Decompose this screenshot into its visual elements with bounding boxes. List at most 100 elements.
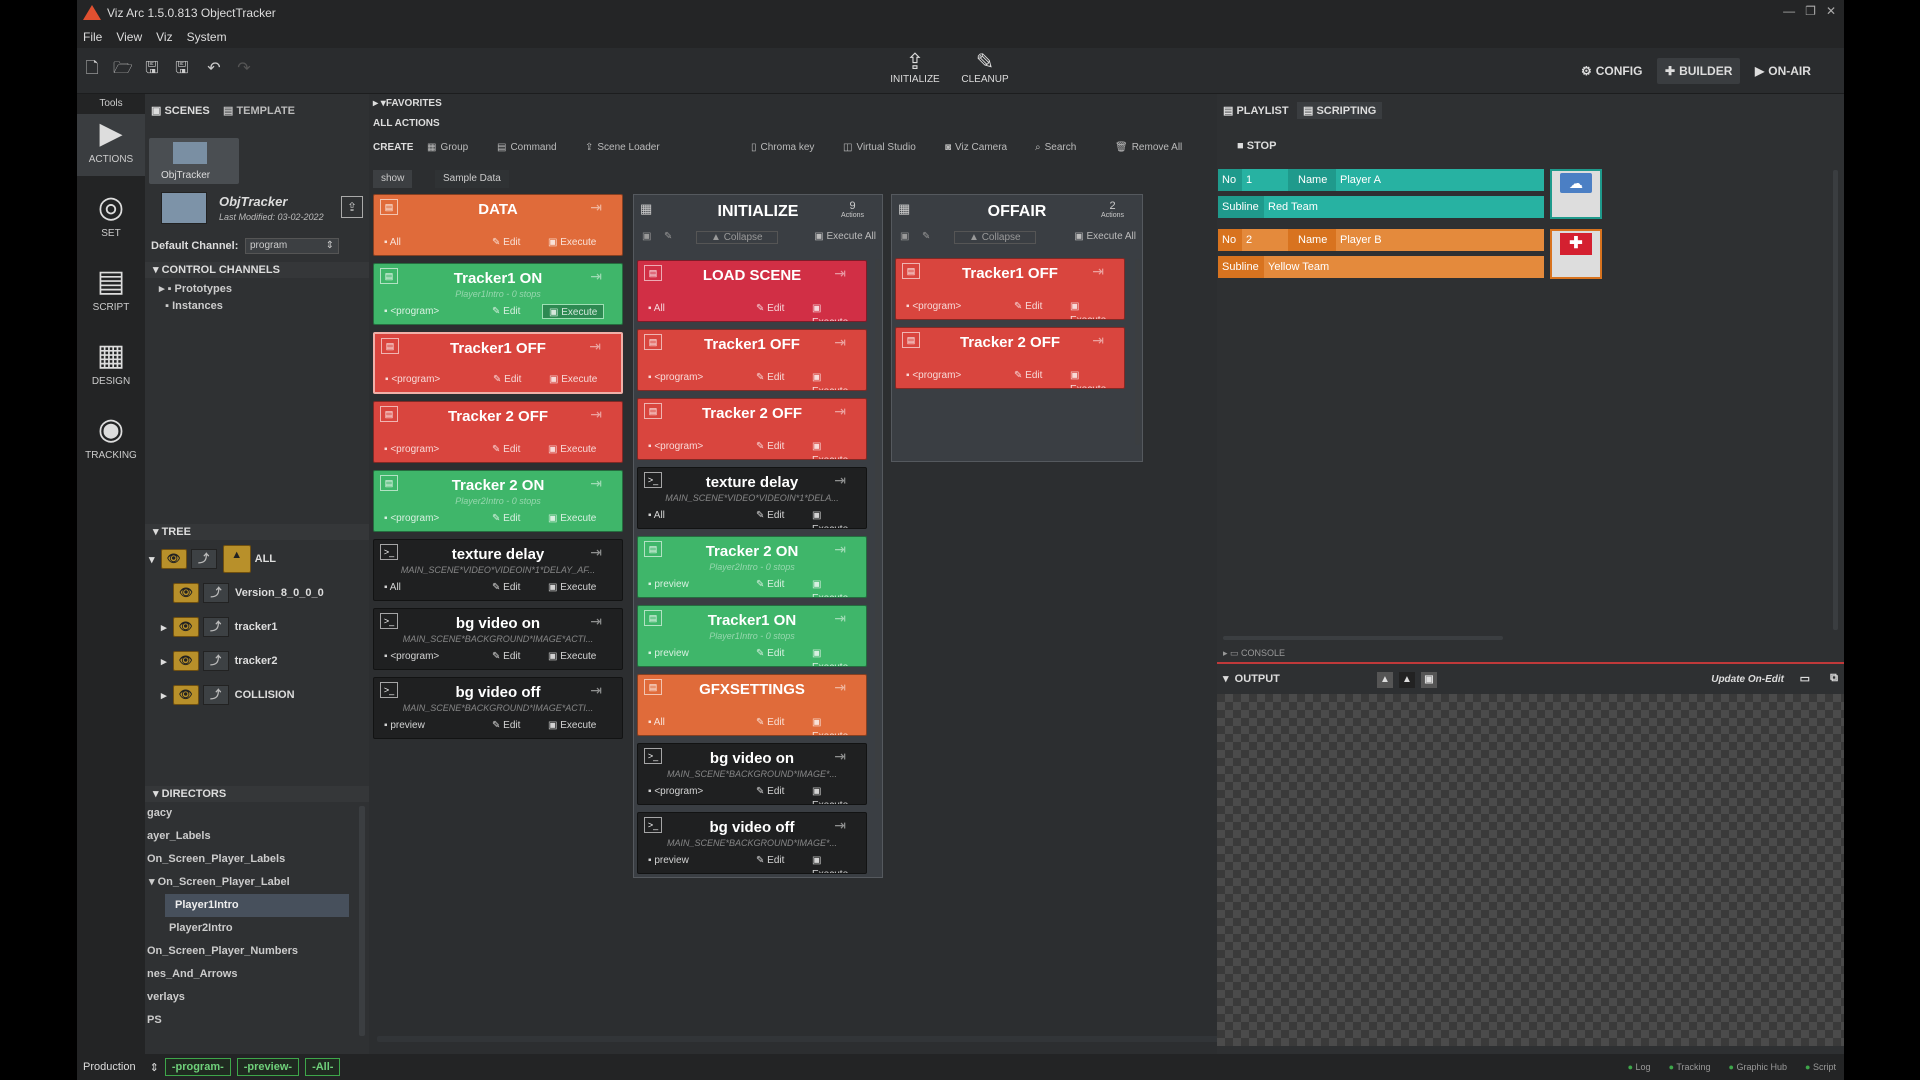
edit-button[interactable]: ✎ Edit — [492, 444, 520, 455]
restore-button[interactable]: ❐ — [1805, 4, 1816, 18]
tool-script[interactable]: ▤ SCRIPT — [77, 262, 145, 313]
action-card[interactable]: >_ ⇥ bg video off MAIN_SCENE*BACKGROUND*IMA… — [373, 677, 623, 739]
director-item[interactable]: gacy — [145, 802, 369, 825]
action-channel[interactable]: ▪ <program> — [648, 372, 703, 383]
director-item[interactable]: PS — [145, 1009, 369, 1032]
action-card[interactable]: >_ ⇥ texture delay MAIN_SCENE*VIDEO*VIDEOIN… — [373, 539, 623, 601]
open-folder-icon[interactable]: 🗁 — [113, 60, 133, 78]
action-card[interactable]: ▤ ⇥ Tracker1 ON Player1Intro - 0 stops ▪ <pr… — [373, 263, 623, 325]
execute-button[interactable]: ▣ Execute — [542, 649, 602, 664]
no-input[interactable]: 2 — [1242, 229, 1288, 251]
edit-button[interactable]: ✎ Edit — [756, 510, 784, 521]
pencil-icon[interactable]: ✎ — [922, 231, 930, 242]
create-chroma-key-button[interactable]: ▯ Chroma key — [751, 138, 814, 156]
execute-button[interactable]: ▣ Execute — [806, 577, 866, 597]
director-item[interactable]: Player2Intro — [145, 917, 369, 940]
action-channel[interactable]: ▪ All — [648, 717, 665, 728]
tree-item-all[interactable]: ▾ 👁 ⤴ ▲ ALL — [145, 544, 276, 574]
action-card[interactable]: ▤⇥Tracker 2 OFF▪ <program>✎ Edit▣ Execut… — [373, 401, 623, 463]
action-channel[interactable]: ▪ <program> — [384, 444, 439, 455]
execute-button[interactable]: ▣ Execute — [806, 784, 866, 804]
channel-program-chip[interactable]: -program- — [164, 1058, 231, 1076]
player-b-image[interactable]: ✚ — [1550, 229, 1602, 279]
edit-button[interactable]: ✎ Edit — [493, 374, 521, 385]
visibility-eye-icon[interactable]: 👁 — [172, 685, 199, 705]
channel-all-chip[interactable]: -All- — [305, 1058, 341, 1076]
action-channel[interactable]: ▪ All — [648, 510, 665, 521]
execute-button[interactable]: ▣ Execute — [1064, 299, 1124, 319]
action-channel[interactable]: ▪ <program> — [385, 374, 440, 385]
visibility-eye-icon[interactable]: 👁 — [173, 583, 199, 603]
menu-file[interactable]: File — [83, 30, 102, 44]
tracking-status[interactable]: ● Tracking — [1669, 1062, 1711, 1072]
edit-button[interactable]: ✎ Edit — [492, 306, 520, 317]
action-channel[interactable]: ▪ preview — [648, 648, 689, 659]
collapse-button[interactable]: ▲ Collapse — [954, 231, 1036, 244]
scene-thumbnail-tab[interactable]: ObjTracker — [149, 138, 239, 184]
action-card[interactable]: >_ ⇥ bg video on MAIN_SCENE*BACKGROUND*IMAG… — [637, 743, 867, 805]
execute-button[interactable]: ▣ Execute — [806, 439, 866, 459]
cc-instances[interactable]: ▪ Instances — [159, 300, 223, 312]
action-channel[interactable]: ▪ All — [384, 582, 401, 593]
create-viz-camera-button[interactable]: ◙ Viz Camera — [945, 138, 1007, 156]
no-input[interactable]: 1 — [1242, 169, 1288, 191]
execute-button[interactable]: ▣ Execute — [806, 715, 866, 735]
action-card[interactable]: ▤⇥Tracker1 OFF▪ <program>✎ Edit▣ Execute — [895, 258, 1125, 320]
edit-button[interactable]: ✎ Edit — [756, 648, 784, 659]
edit-button[interactable]: ✎ Edit — [1014, 301, 1042, 312]
execute-button[interactable]: ▣ Execute — [542, 580, 602, 595]
action-card[interactable]: ▤ ⇥ Tracker 2 ON Player2Intro - 0 stops ▪ <p… — [373, 470, 623, 532]
cleanup-button[interactable]: ✎ CLEANUP — [953, 50, 1017, 94]
edit-button[interactable]: ✎ Edit — [756, 717, 784, 728]
action-channel[interactable]: ▪ <program> — [906, 301, 961, 312]
alpha-icon[interactable]: ▲ — [1399, 672, 1415, 688]
edit-button[interactable]: ✎ Edit — [756, 303, 784, 314]
menu-viz[interactable]: Viz — [156, 30, 172, 44]
menu-system[interactable]: System — [187, 30, 227, 44]
execute-button[interactable]: ▣ Execute — [806, 853, 866, 873]
action-channel[interactable]: ▪ preview — [648, 579, 689, 590]
search-button[interactable]: ⌕ Search — [1035, 138, 1076, 156]
edit-button[interactable]: ✎ Edit — [492, 720, 520, 731]
tool-actions[interactable]: ▶ ACTIONS — [77, 114, 145, 176]
default-channel-select[interactable]: program ⇕ — [245, 238, 339, 254]
detach-icon[interactable]: ⧉ — [1830, 672, 1838, 685]
visibility-eye-icon[interactable]: 👁 — [160, 549, 187, 569]
action-card[interactable]: ▤⇥Tracker1 OFF▪ <program>✎ Edit▣ Execute — [637, 329, 867, 391]
action-channel[interactable]: ▪ <program> — [384, 306, 439, 317]
tool-tracking[interactable]: ◉ TRACKING — [77, 410, 145, 461]
edit-button[interactable]: ✎ Edit — [756, 855, 784, 866]
edit-button[interactable]: ✎ Edit — [756, 579, 784, 590]
edit-button[interactable]: ✎ Edit — [756, 441, 784, 452]
remove-all-button[interactable]: 🗑 Remove All — [1115, 138, 1182, 156]
tool-design[interactable]: ▦ DESIGN — [77, 336, 145, 387]
director-item[interactable]: On_Screen_Player_Numbers — [145, 940, 369, 963]
action-card[interactable]: ▤ ⇥ Tracker1 ON Player1Intro - 0 stops ▪ pre… — [637, 605, 867, 667]
playlist-hscrollbar[interactable] — [1223, 636, 1503, 640]
edit-button[interactable]: ✎ Edit — [1014, 370, 1042, 381]
execute-button[interactable]: ▣ Execute — [542, 235, 602, 250]
undo-icon[interactable]: ↶ — [205, 60, 223, 78]
action-channel[interactable]: ▪ preview — [384, 720, 425, 731]
key-icon[interactable]: ▣ — [1421, 672, 1437, 688]
close-button[interactable]: ✕ — [1826, 4, 1836, 18]
execute-button[interactable]: ▣ Execute — [542, 442, 602, 457]
group-toggle-icon[interactable]: ▣ — [642, 231, 651, 242]
execute-button[interactable]: ▣ Execute — [806, 301, 866, 321]
tree-header[interactable]: ▾ TREE — [145, 524, 369, 540]
builder-button[interactable]: ✚ BUILDER — [1657, 58, 1741, 84]
director-item[interactable]: On_Screen_Player_Labels — [145, 848, 369, 871]
action-card[interactable]: ▤⇥GFXSETTINGS▪ All✎ Edit▣ Execute — [637, 674, 867, 736]
favorites-header[interactable]: ▸ ▾FAVORITES — [373, 98, 442, 109]
execute-button[interactable]: ▣ Execute — [806, 508, 866, 528]
execute-button[interactable]: ▣ Execute — [542, 304, 605, 319]
action-channel[interactable]: ▪ All — [648, 303, 665, 314]
execute-all-button[interactable]: ▣ Execute All — [1074, 231, 1136, 242]
action-card[interactable]: >_ ⇥ bg video off MAIN_SCENE*BACKGROUND*IMA… — [637, 812, 867, 874]
tab-playlist[interactable]: ▤ PLAYLIST — [1223, 104, 1289, 117]
action-card[interactable]: ▤ ⇥ Tracker 2 ON Player2Intro - 0 stops ▪ pr… — [637, 536, 867, 598]
director-item[interactable]: ▾ On_Screen_Player_Label — [145, 871, 369, 894]
output-toggle[interactable]: ▾ — [1223, 673, 1229, 685]
action-channel[interactable]: ▪ <program> — [648, 786, 703, 797]
offair-scrollbar[interactable] — [1135, 259, 1140, 445]
